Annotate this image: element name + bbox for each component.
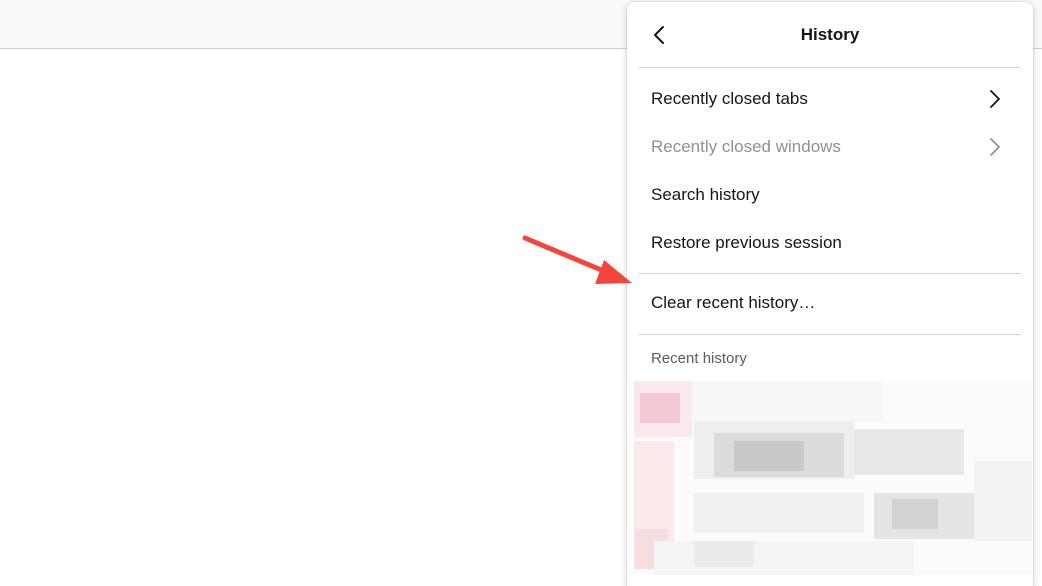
recent-history-list-blurred: [634, 381, 1032, 575]
history-panel: History Recently closed tabs Recently cl…: [627, 2, 1033, 586]
menu-item-label: Recently closed windows: [651, 137, 841, 156]
menu-item-label: Recently closed tabs: [651, 89, 808, 108]
menu-item-restore-previous-session[interactable]: Restore previous session: [627, 219, 1033, 267]
menu-item-label: Clear recent history…: [651, 293, 816, 312]
menu-item-recently-closed-windows[interactable]: Recently closed windows: [627, 123, 1033, 171]
menu-item-label: Restore previous session: [651, 233, 842, 252]
chevron-right-icon: [990, 90, 1000, 108]
menu-item-recently-closed-tabs[interactable]: Recently closed tabs: [627, 75, 1033, 123]
panel-header: History: [627, 2, 1033, 67]
browser-viewport: History Recently closed tabs Recently cl…: [0, 0, 1042, 586]
menu-item-search-history[interactable]: Search history: [627, 171, 1033, 219]
chevron-right-icon: [990, 138, 1000, 156]
recent-history-heading: Recent history: [651, 349, 747, 367]
panel-title: History: [800, 25, 860, 44]
menu-item-label: Search history: [651, 185, 760, 204]
menu-item-clear-recent-history[interactable]: Clear recent history…: [627, 274, 1033, 332]
